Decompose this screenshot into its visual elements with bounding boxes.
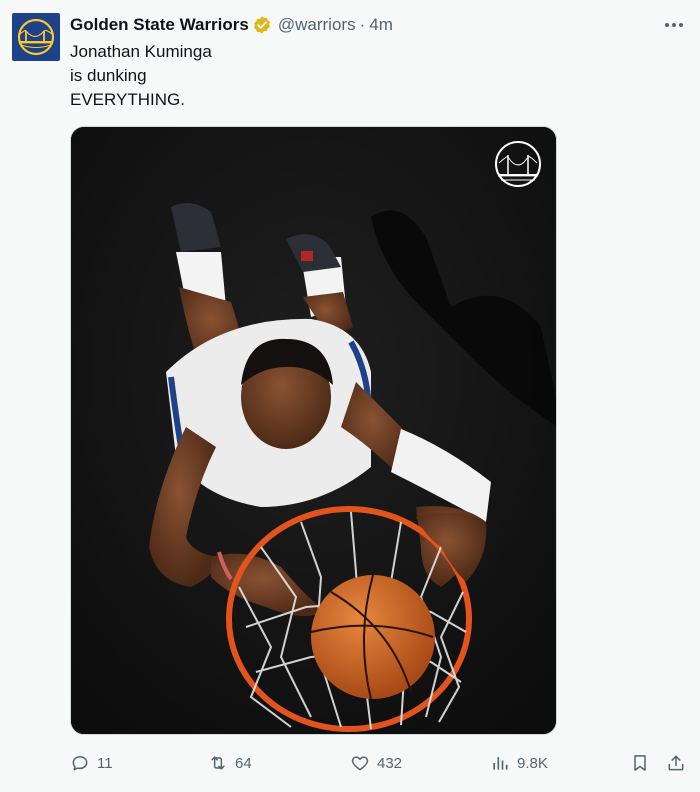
bridge-logo-icon — [17, 18, 55, 56]
reply-icon — [72, 756, 88, 771]
views-chart-icon — [493, 757, 508, 770]
like-count: 432 — [377, 754, 403, 772]
bookmark-icon — [634, 755, 646, 771]
share-icon — [668, 755, 684, 771]
tweet-photo[interactable] — [70, 126, 557, 735]
retweet-icon — [211, 756, 225, 770]
author-handle[interactable]: @warriors — [278, 15, 356, 35]
tweet-card[interactable]: Golden State Warriors @warriors · 4m Jon… — [0, 0, 700, 792]
reply-button[interactable]: 11 — [70, 750, 113, 776]
reply-count: 11 — [97, 754, 113, 772]
author-name[interactable]: Golden State Warriors — [70, 15, 249, 35]
tweet-text-line: EVERYTHING. — [70, 90, 185, 109]
more-dots-icon — [665, 23, 683, 27]
separator-dot: · — [359, 15, 366, 34]
views-button[interactable]: 9.8K — [490, 750, 548, 776]
avatar[interactable] — [12, 13, 60, 61]
dunk-photo — [71, 127, 556, 734]
more-options-button[interactable] — [662, 14, 686, 36]
tweet-text-line: Jonathan Kuminga — [70, 42, 212, 61]
tweet-header: Golden State Warriors @warriors · 4m — [70, 14, 393, 36]
bookmark-button[interactable] — [630, 750, 650, 776]
tweet-text: Jonathan Kuminga is dunking EVERYTHING. — [70, 40, 630, 112]
views-count: 9.8K — [517, 754, 548, 772]
action-bar: 11 64 432 9.8K — [70, 750, 690, 776]
share-button[interactable] — [666, 750, 686, 776]
tweet-text-line: is dunking — [70, 66, 147, 85]
retweet-count: 64 — [235, 754, 252, 772]
like-button[interactable]: 432 — [350, 750, 402, 776]
timestamp[interactable]: 4m — [369, 15, 393, 35]
retweet-button[interactable]: 64 — [208, 750, 252, 776]
heart-icon — [351, 756, 369, 771]
verified-badge-icon — [253, 16, 270, 34]
